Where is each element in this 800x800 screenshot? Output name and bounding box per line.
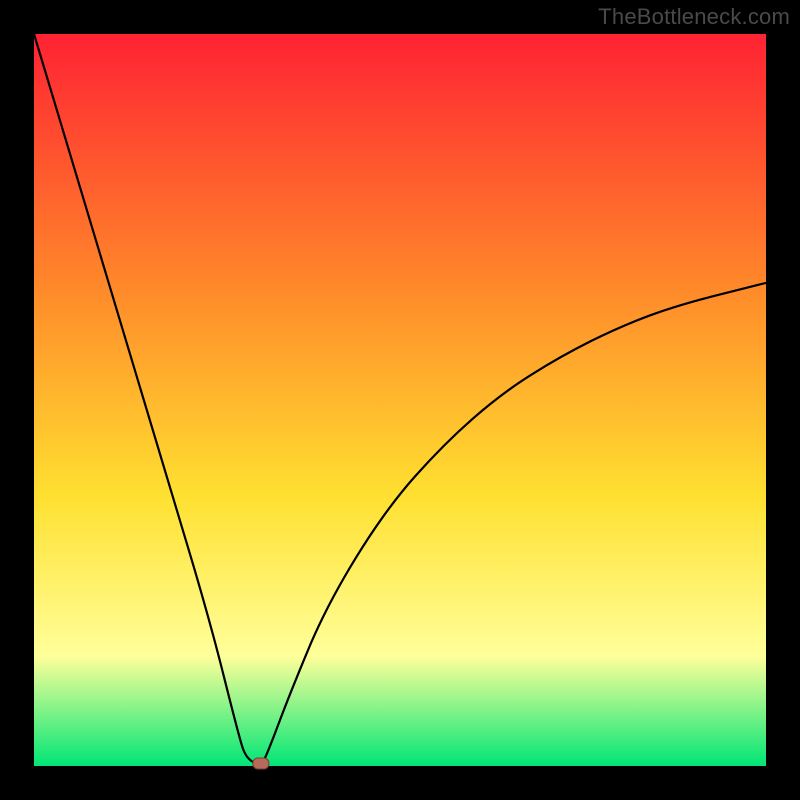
optimal-point-marker	[253, 758, 269, 769]
bottleneck-chart	[0, 0, 800, 800]
watermark-text: TheBottleneck.com	[598, 4, 790, 30]
chart-frame: TheBottleneck.com	[0, 0, 800, 800]
